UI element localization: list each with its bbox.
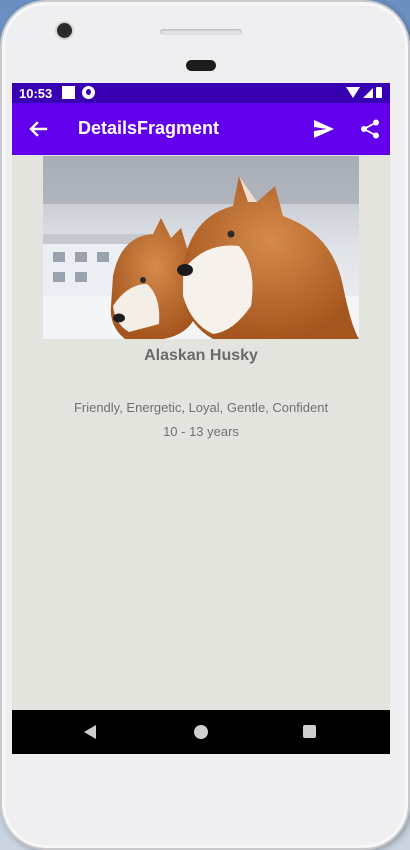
share-icon (361, 119, 379, 139)
page-title: DetailsFragment (78, 118, 220, 138)
wifi-icon (346, 87, 360, 98)
battery-icon (376, 87, 382, 98)
send-button[interactable] (310, 115, 338, 143)
arrow-back-icon (29, 121, 48, 137)
dog-photo (43, 156, 359, 339)
breed-name: Alaskan Husky (144, 347, 258, 364)
status-icons (346, 87, 382, 98)
breed-temperament: Friendly, Energetic, Loyal, Gentle, Conf… (73, 400, 329, 415)
notification-app-icon (82, 86, 95, 99)
proximity-sensor (186, 60, 216, 71)
status-time: 10:53 (19, 86, 53, 101)
nav-back-icon[interactable] (84, 725, 96, 739)
phone-frame: 10:53 DetailsFragment Alaskan Husky Frie… (0, 0, 410, 850)
cell-signal-icon (363, 87, 373, 98)
nav-home-icon[interactable] (194, 725, 208, 739)
notification-square-icon (62, 86, 75, 99)
app-bar: DetailsFragment (12, 103, 390, 155)
share-button[interactable] (356, 115, 384, 143)
breed-life-span: 10 - 13 years (163, 424, 239, 439)
send-icon (314, 120, 334, 138)
system-nav-bar (12, 710, 390, 754)
front-camera (57, 23, 72, 38)
status-bar: 10:53 (12, 83, 390, 103)
nav-recents-icon[interactable] (303, 725, 316, 738)
earpiece-speaker (160, 29, 242, 35)
device-screen: 10:53 DetailsFragment Alaskan Husky Frie… (12, 83, 390, 754)
back-button[interactable] (24, 115, 52, 143)
